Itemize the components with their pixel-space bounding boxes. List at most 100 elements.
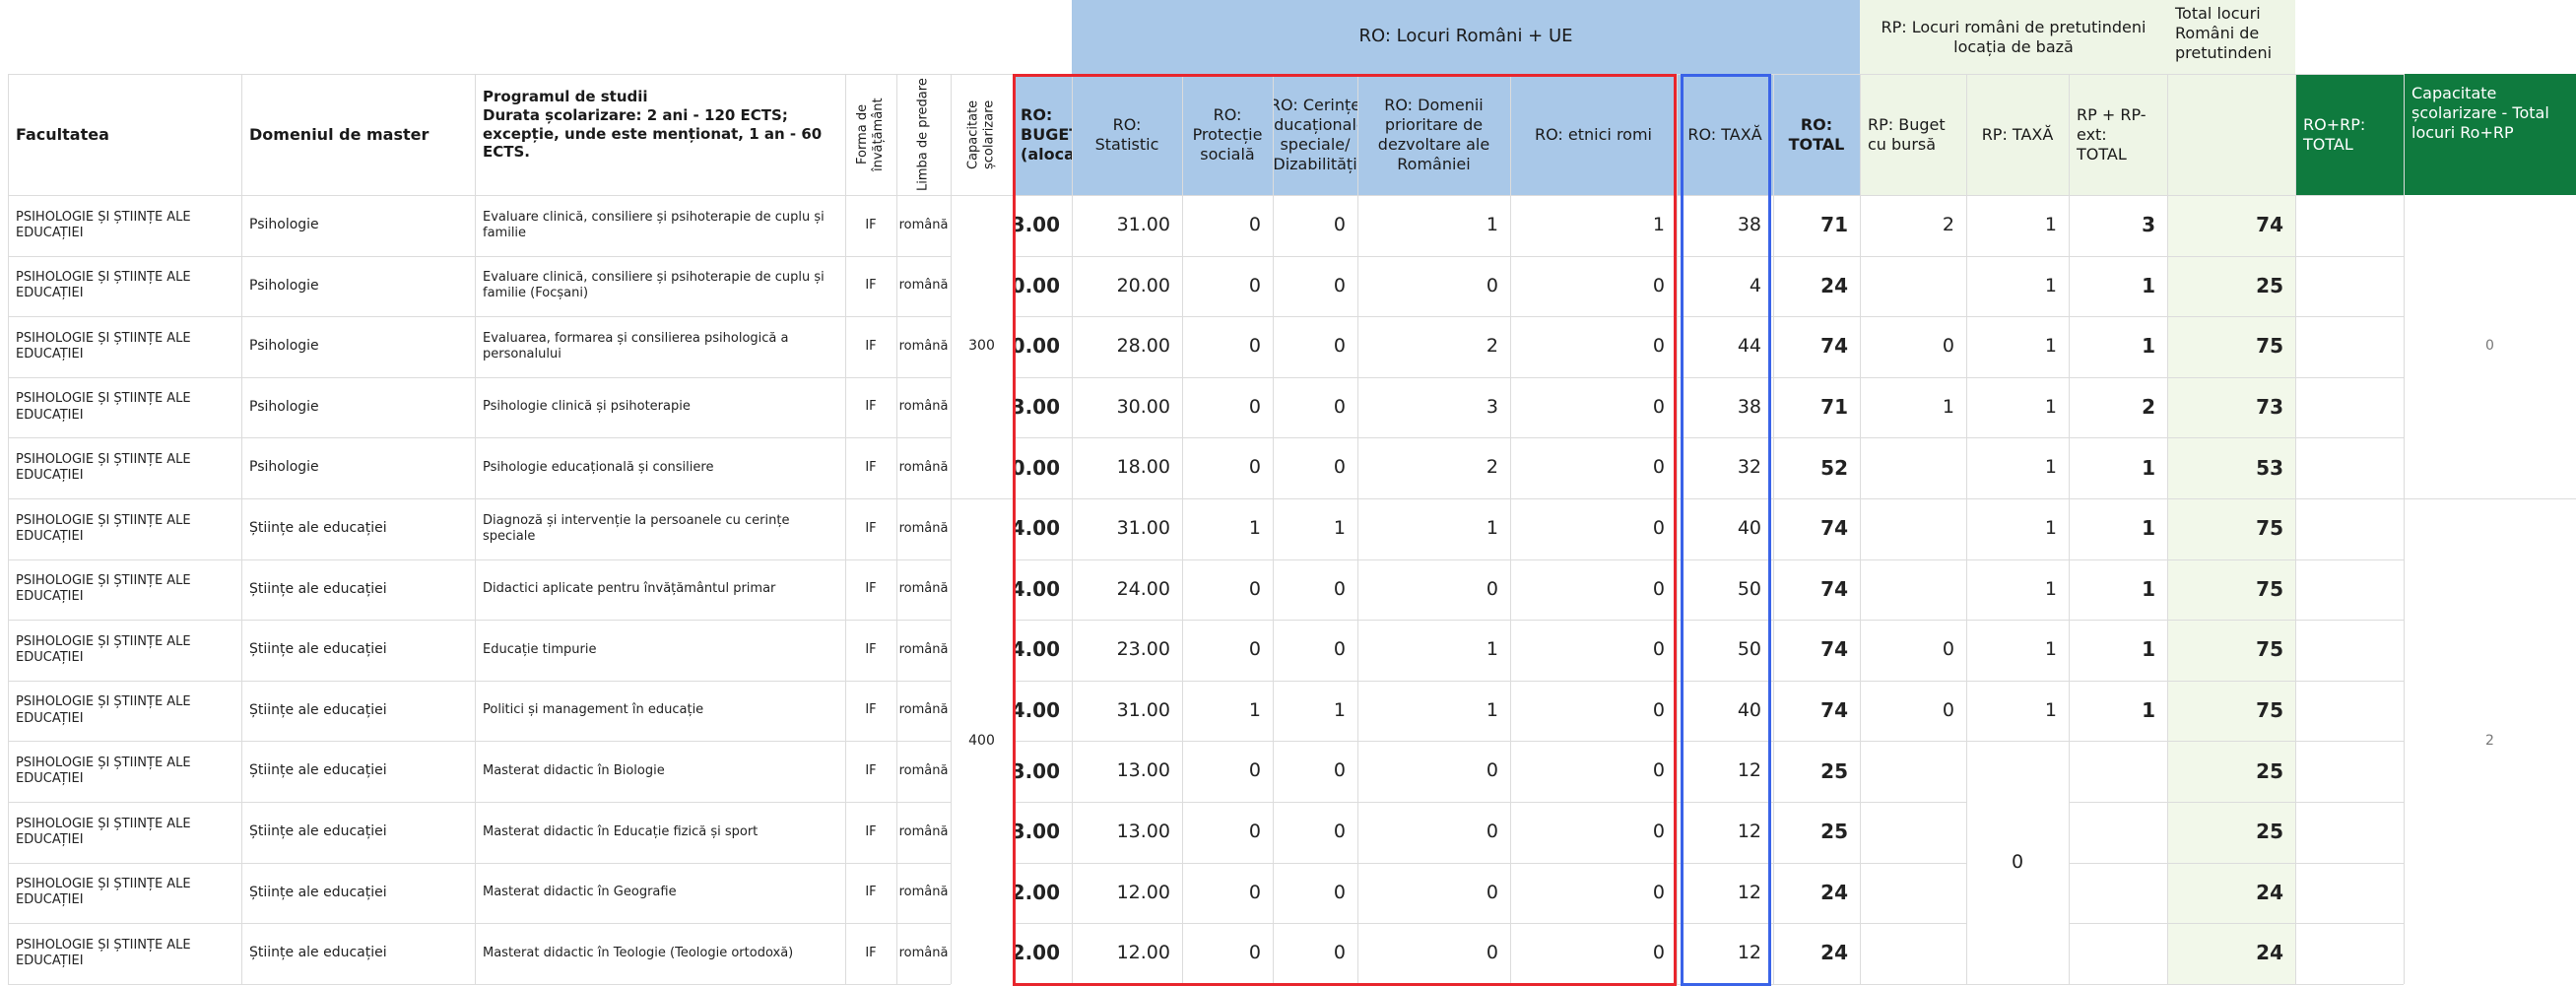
cell-rp-buget: 0: [1942, 638, 1954, 661]
cell-prog: Evaluare clinică, consiliere și psihoter…: [483, 209, 825, 240]
cell-rp-buget: 0: [1942, 698, 1954, 721]
header-capacitate: Capacitate școlarizare: [965, 99, 997, 169]
cell-total: 24: [1820, 880, 1848, 904]
grid-line: [2069, 74, 2070, 984]
cell-rp-total: 3: [2142, 213, 2155, 237]
cell-dom: Științe ale educației: [249, 823, 387, 840]
cell-total: 52: [1820, 455, 1848, 480]
cell-fac: PSIHOLOGIE ȘI ȘTIINȚE ALE EDUCAȚIEI: [16, 755, 191, 787]
cell-limba: română: [898, 460, 949, 476]
merged-rp-taxa-group: 0: [2011, 850, 2024, 873]
cell-rp-taxa: 1: [2044, 577, 2057, 600]
cell-total: 74: [1820, 698, 1848, 723]
grid-line: [1773, 74, 1774, 984]
cell-rp-buget: [1860, 498, 1966, 559]
cell-limba: română: [898, 217, 949, 232]
cell-forma: IF: [865, 338, 877, 354]
cell-rp-taxa: 1: [2044, 274, 2057, 296]
cell-dom: Psihologie: [249, 398, 319, 415]
cell-fac: PSIHOLOGIE ȘI ȘTIINȚE ALE EDUCAȚIEI: [16, 573, 191, 605]
cell-limba: română: [898, 338, 949, 354]
cell-limba: română: [898, 520, 949, 536]
grid-line: [1677, 74, 1678, 984]
cell-fac: PSIHOLOGIE ȘI ȘTIINȚE ALE EDUCAȚIEI: [16, 391, 191, 423]
grid-line: [8, 862, 951, 864]
grid-line: [896, 74, 897, 984]
cell-rp-total: 1: [2142, 576, 2155, 601]
cell-rorp: 75: [2256, 698, 2283, 723]
grid-line: [2069, 255, 2404, 257]
cell-total: 25: [1820, 758, 1848, 783]
cell-total: 24: [1820, 273, 1848, 297]
header-ro-rp-total: RO+RP: TOTAL: [2303, 114, 2366, 154]
cell-rp-buget: [1860, 437, 1966, 498]
grid-line: [2069, 862, 2404, 864]
cell-rorp: 75: [2256, 637, 2283, 662]
grid-line: [1966, 741, 2069, 743]
cell-prog: Didactici aplicate pentru învățământul p…: [483, 581, 776, 597]
cell-dom: Științe ale educației: [249, 520, 387, 537]
grid-line: [8, 802, 951, 803]
blue-highlight-frame: [1681, 74, 1771, 986]
cell-fac: PSIHOLOGIE ȘI ȘTIINȚE ALE EDUCAȚIEI: [16, 451, 191, 484]
cell-total: 74: [1820, 334, 1848, 359]
cell-rp-total: 1: [2142, 516, 2155, 541]
cell-prog: Educație timpurie: [483, 641, 597, 657]
cell-fac: PSIHOLOGIE ȘI ȘTIINȚE ALE EDUCAȚIEI: [16, 877, 191, 908]
cell-rp-total: [2069, 802, 2167, 863]
cell-forma: IF: [865, 885, 877, 900]
cell-dom: Științe ale educației: [249, 701, 387, 718]
cell-dom: Științe ale educației: [249, 884, 387, 900]
cell-rp-total: 2: [2142, 395, 2155, 420]
cell-rp-total: [2069, 741, 2167, 802]
header-facultatea: Facultatea: [16, 124, 109, 144]
cell-rp-taxa: 1: [2044, 395, 2057, 418]
cell-total: 71: [1820, 395, 1848, 420]
cell-fac: PSIHOLOGIE ȘI ȘTIINȚE ALE EDUCAȚIEI: [16, 270, 191, 301]
cell-rorp: 25: [2256, 820, 2283, 844]
cell-rp-total: 1: [2142, 455, 2155, 480]
cell-rorp: 24: [2256, 880, 2283, 904]
grid-line: [2069, 559, 2404, 560]
cell-forma: IF: [865, 702, 877, 718]
grid-line: [1966, 316, 2069, 318]
ro-group-header: RO: Locuri Români + UE: [1358, 26, 1573, 47]
cell-forma: IF: [865, 763, 877, 779]
cell-rp-total: 1: [2142, 334, 2155, 359]
cell-limba: română: [898, 278, 949, 294]
cell-total: 74: [1820, 637, 1848, 662]
grid-line: [2295, 74, 2296, 984]
grid-line: [8, 316, 951, 318]
cell-rp-buget: 0: [1942, 335, 1954, 358]
cell-total: 74: [1820, 576, 1848, 601]
grid-line: [2069, 498, 2404, 499]
cell-rp-taxa: 1: [2044, 516, 2057, 539]
grid-line: [2404, 498, 2576, 499]
cell-rorp: 75: [2256, 334, 2283, 359]
cell-rp-buget: 1: [1942, 395, 1954, 418]
grid-line: [8, 498, 951, 499]
header-capacitate-total: Capacitate școlarizare - Total locuri Ro…: [2411, 84, 2549, 142]
grid-line: [2069, 376, 2404, 378]
cell-limba: română: [898, 702, 949, 718]
cell-dom: Științe ale educației: [249, 945, 387, 961]
cell-forma: IF: [865, 641, 877, 657]
cell-rorp: 75: [2256, 516, 2283, 541]
spreadsheet: RO: Locuri Români + UE RP: Locuri români …: [0, 0, 2576, 986]
grid-line: [8, 741, 951, 743]
grid-line: [2167, 74, 2168, 984]
grid-line: [8, 680, 951, 682]
cell-rp-buget: [1860, 741, 1966, 802]
cell-rp-buget: [1860, 256, 1966, 317]
grid-line: [241, 74, 242, 984]
rp-total-header-bg: [2167, 74, 2295, 195]
cell-total: 71: [1820, 213, 1848, 237]
cell-rorp: 24: [2256, 941, 2283, 965]
grid-line: [2069, 680, 2404, 682]
grid-line: [8, 437, 951, 439]
header-forma: Forma de învățământ: [854, 98, 886, 171]
cell-fac: PSIHOLOGIE ȘI ȘTIINȚE ALE EDUCAȚIEI: [16, 633, 191, 665]
grid-line: [1966, 74, 1967, 984]
grid-line: [1966, 680, 2069, 682]
cell-forma: IF: [865, 581, 877, 597]
